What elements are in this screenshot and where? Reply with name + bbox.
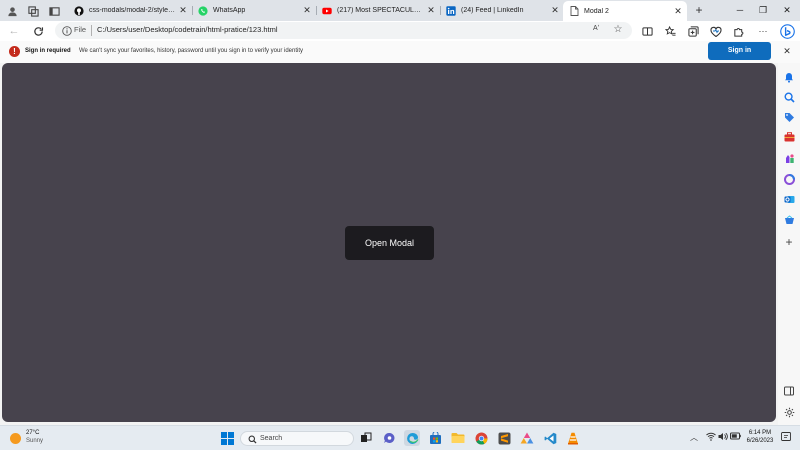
github-icon <box>74 5 84 16</box>
shopping-tag-icon[interactable] <box>783 111 795 123</box>
edge-browser-icon[interactable] <box>404 430 420 446</box>
tab-actions-icon[interactable] <box>46 3 62 19</box>
page-viewport: Open Modal <box>2 63 776 422</box>
favorites-icon[interactable] <box>663 24 677 38</box>
workspaces-icon[interactable] <box>25 3 41 19</box>
sign-in-infobar: ! Sign in required We can't sync your fa… <box>0 41 800 63</box>
close-icon[interactable]: ✕ <box>178 5 188 16</box>
wifi-icon[interactable] <box>706 432 716 444</box>
figma-like-app-icon[interactable] <box>519 430 535 446</box>
vscode-icon[interactable] <box>542 430 558 446</box>
microsoft-365-icon[interactable] <box>783 173 795 185</box>
taskbar-search-box[interactable]: Search <box>240 431 354 446</box>
sunny-weather-icon[interactable] <box>10 433 21 444</box>
tab-title: css-modals/modal-2/styles.css a <box>89 7 175 14</box>
error-icon: ! <box>9 46 20 57</box>
more-options-icon[interactable]: ··· <box>756 24 770 38</box>
weather-temperature[interactable]: 27°C <box>26 430 39 436</box>
close-icon[interactable]: ✕ <box>302 5 312 16</box>
close-icon[interactable]: ✕ <box>673 6 683 17</box>
tab-github[interactable]: css-modals/modal-2/styles.css a ✕ <box>74 2 188 19</box>
window-close-icon[interactable]: ✕ <box>779 2 795 18</box>
infobar-title: Sign in required <box>25 48 71 54</box>
edge-sidebar: + <box>778 63 800 425</box>
browser-essentials-icon[interactable] <box>709 24 723 38</box>
tab-separator <box>316 6 317 15</box>
vlc-icon[interactable] <box>565 430 581 446</box>
tab-strip: css-modals/modal-2/styles.css a ✕ WhatsA… <box>0 0 800 21</box>
search-icon <box>247 434 257 444</box>
notification-center-icon[interactable] <box>780 432 792 444</box>
task-view-icon[interactable] <box>358 430 374 446</box>
teams-chat-icon[interactable] <box>381 430 397 446</box>
back-arrow-icon[interactable]: ← <box>6 23 22 39</box>
youtube-icon <box>322 6 332 16</box>
address-bar[interactable]: File C:/Users/user/Desktop/codetrain/htm… <box>55 22 632 39</box>
tab-separator <box>192 6 193 15</box>
close-icon[interactable]: ✕ <box>550 5 560 16</box>
tab-title: WhatsApp <box>213 7 246 14</box>
extensions-icon[interactable] <box>731 24 745 38</box>
new-tab-button[interactable]: + <box>692 2 706 18</box>
games-icon[interactable] <box>783 152 795 164</box>
copilot-icon[interactable] <box>779 23 795 39</box>
tab-modal-2[interactable]: Modal 2 ✕ <box>563 1 687 21</box>
refresh-icon[interactable] <box>30 23 46 39</box>
microsoft-store-icon[interactable] <box>427 430 443 446</box>
linkedin-icon <box>446 5 456 16</box>
open-modal-button[interactable]: Open Modal <box>345 226 434 260</box>
divider <box>91 25 92 36</box>
drop-icon[interactable] <box>783 214 795 226</box>
minimize-icon[interactable]: ─ <box>732 2 748 18</box>
search-icon[interactable] <box>783 91 795 103</box>
close-icon[interactable]: ✕ <box>426 5 436 16</box>
tab-whatsapp[interactable]: WhatsApp ✕ <box>198 2 312 19</box>
start-windows-icon[interactable] <box>219 430 235 446</box>
outlook-icon[interactable] <box>783 193 795 205</box>
hide-sidebar-icon[interactable] <box>783 385 795 397</box>
split-screen-icon[interactable] <box>640 24 654 38</box>
weather-condition[interactable]: Sunny <box>26 438 43 444</box>
tab-linkedin[interactable]: (24) Feed | LinkedIn ✕ <box>446 2 560 19</box>
navigation-bar: ← File C:/Users/user/Desktop/codetrain/h… <box>0 21 800 41</box>
url-text[interactable]: C:/Users/user/Desktop/codetrain/html-pra… <box>97 25 278 34</box>
whatsapp-icon <box>198 5 208 16</box>
tab-title: (217) Most SPECTACULAR SKILL <box>337 7 423 14</box>
notification-bell-icon[interactable] <box>783 71 795 83</box>
restore-icon[interactable]: ❐ <box>755 2 771 18</box>
infobar-close-icon[interactable]: ✕ <box>781 45 793 57</box>
sidebar-settings-gear-icon[interactable] <box>783 406 795 418</box>
sublime-text-icon[interactable] <box>496 430 512 446</box>
search-placeholder: Search <box>260 435 283 442</box>
volume-icon[interactable] <box>718 432 728 444</box>
profile-icon[interactable] <box>4 3 20 19</box>
file-explorer-icon[interactable] <box>450 430 466 446</box>
tools-briefcase-icon[interactable] <box>783 131 795 143</box>
tab-youtube[interactable]: (217) Most SPECTACULAR SKILL ✕ <box>322 2 436 19</box>
add-sidebar-app-icon[interactable]: + <box>783 235 795 249</box>
chrome-icon[interactable] <box>473 430 489 446</box>
clock-date[interactable]: 6/26/2023 <box>742 438 778 444</box>
tab-separator <box>440 6 441 15</box>
tab-title: Modal 2 <box>584 7 609 15</box>
collections-icon[interactable] <box>686 24 700 38</box>
show-hidden-icons-chevron-icon[interactable]: ︿ <box>690 432 698 444</box>
page-icon <box>569 6 579 16</box>
sign-in-button[interactable]: Sign in <box>708 42 771 60</box>
protocol-label: File <box>74 25 87 34</box>
favorite-star-icon[interactable]: ☆ <box>612 24 624 36</box>
tab-title: (24) Feed | LinkedIn <box>461 7 524 14</box>
read-aloud-icon[interactable]: Aʹ <box>593 25 599 32</box>
taskbar: 27°C Sunny Search ︿ 6:14 PM 6/26/2023 <box>0 425 800 450</box>
clock-time[interactable]: 6:14 PM <box>742 430 778 436</box>
info-icon[interactable] <box>61 25 72 36</box>
infobar-message: We can't sync your favorites, history, p… <box>79 48 304 54</box>
battery-icon[interactable] <box>730 432 741 444</box>
